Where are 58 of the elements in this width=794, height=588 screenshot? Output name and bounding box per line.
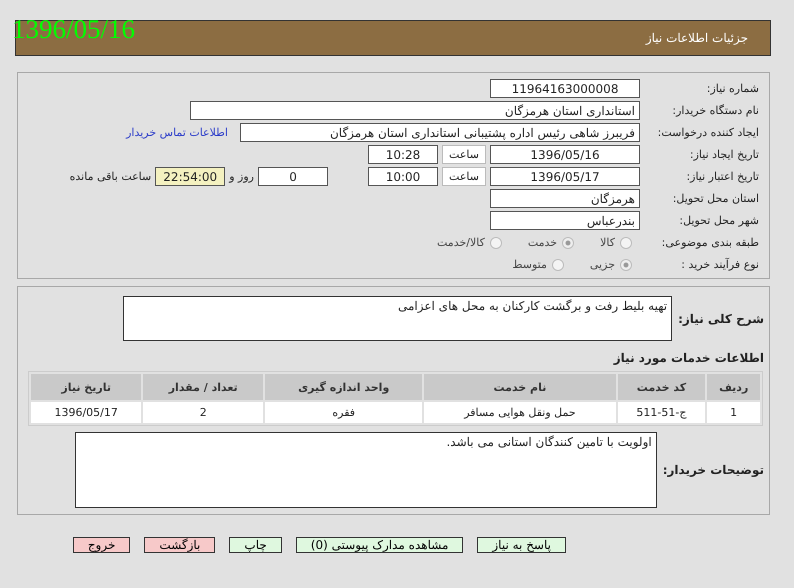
date-field[interactable]: 1396/05/16 [490,145,640,164]
time-field[interactable]: 10:28 [368,145,438,164]
text-field[interactable]: هرمزگان [490,189,640,208]
field-label: ایجاد کننده درخواست: [656,126,760,139]
description-field[interactable]: تهیه بلیط رفت و برگشت کارکنان به محل های اعزامی [123,296,672,341]
action-button[interactable]: پاسخ به نیاز [477,537,566,553]
table-cell: حمل ونقل هوایی مسافر [424,402,616,423]
column-header: ردیف [707,374,760,400]
date-field[interactable]: 1396/05/17 [490,167,640,186]
text-field[interactable]: 11964163000008 [490,79,640,98]
field-label: شهر محل تحویل: [678,214,760,227]
contact-link[interactable]: اطلاعات تماس خریدار [126,126,228,139]
field-label: نام دستگاه خریدار: [671,104,760,117]
table-cell: فقره [265,402,422,423]
radio-button[interactable] [552,258,564,270]
action-button[interactable]: بازگشت [144,537,216,553]
description-label: شرح کلی نیاز: [678,312,764,326]
notes-field[interactable]: اولویت با تامین کنندگان استانی می باشد. [74,432,657,508]
page-title: جزئیات اطلاعات نیاز [646,31,748,45]
table-cell: 1 [707,402,760,423]
radio-button[interactable] [620,258,632,270]
time-field[interactable]: 10:00 [368,167,438,186]
field-label: نوع فرآیند خرید : [680,258,760,271]
text-field[interactable]: استانداری استان هرمزگان [190,101,640,120]
days-label: روز و [229,170,254,183]
action-button[interactable]: چاپ [229,537,282,553]
column-header: تاریخ نیاز [31,374,142,400]
field-label: تاریخ ایجاد نیاز: [688,148,760,161]
field-label: شماره نیاز: [706,82,760,95]
table-cell: ج-51-511 [618,402,706,423]
column-header: نام خدمت [424,374,616,400]
radio-label: کالا/خدمت [437,236,485,249]
time-label: ساعت [442,145,486,164]
field-label: تاریخ اعتبار نیاز: [685,170,760,183]
action-button[interactable]: مشاهده مدارک پیوستی (0) [296,537,464,553]
radio-label: خدمت [528,236,558,249]
radio-label: کالا [600,236,615,249]
countdown-field: 22:54:00 [155,167,226,186]
time-label: ساعت [442,167,486,186]
field-label: طبقه بندی موضوعی: [660,236,760,249]
column-header: کد خدمت [618,374,706,400]
radio-button[interactable] [620,236,632,248]
text-field[interactable]: بندرعباس [490,211,640,230]
column-header: واحد اندازه گیری [265,374,422,400]
action-button[interactable]: خروج [72,537,130,553]
section-title: اطلاعات خدمات مورد نیاز [612,351,764,365]
radio-label: متوسط [512,258,547,271]
remaining-label: ساعت باقی مانده [70,170,152,183]
column-header: تعداد / مقدار [143,374,264,400]
radio-button[interactable] [562,236,574,248]
table-cell: 2 [143,402,264,423]
notes-label: توضیحات خریدار: [662,463,764,477]
field-label: استان محل تحویل: [672,192,760,205]
days-field[interactable]: 0 [258,167,328,186]
radio-label: جزیی [590,258,615,271]
radio-button[interactable] [490,236,502,248]
text-field[interactable]: فریبرز شاهی رئیس اداره پشتیبانی استانداری استان هرمزگان [240,123,640,142]
table-cell: 1396/05/17 [31,402,142,423]
